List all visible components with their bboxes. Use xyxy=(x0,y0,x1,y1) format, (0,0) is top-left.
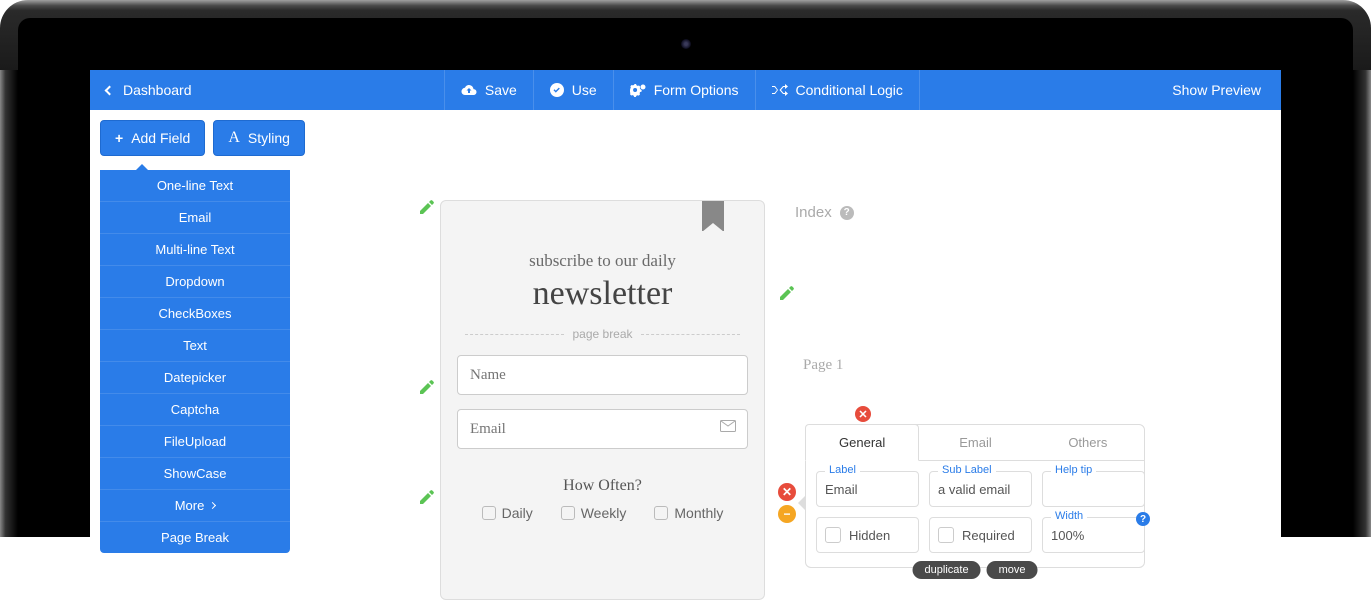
help-icon[interactable]: ? xyxy=(840,206,854,220)
shuffle-icon xyxy=(772,83,788,97)
device-side xyxy=(1281,70,1371,537)
check-circle-icon xyxy=(550,83,564,97)
page-label: Page 1 xyxy=(803,357,1281,374)
field-type-email[interactable]: Email xyxy=(100,202,290,234)
close-page-button[interactable]: ✕ xyxy=(855,406,871,422)
index-panel: Index ? Page 1 ✕ ✕ − General Email Other… xyxy=(795,198,1281,374)
field-type-pagebreak[interactable]: Page Break xyxy=(100,522,290,553)
show-preview-button[interactable]: Show Preview xyxy=(1172,82,1261,98)
save-label: Save xyxy=(485,82,517,98)
how-often-label: How Often? xyxy=(457,477,748,495)
tab-email[interactable]: Email xyxy=(919,425,1031,460)
sublabel-title: Sub Label xyxy=(938,464,996,476)
checkbox-icon xyxy=(654,506,668,520)
conditional-label: Conditional Logic xyxy=(796,82,903,98)
hidden-checkbox-wrap[interactable]: Hidden xyxy=(816,517,919,553)
field-type-multiline[interactable]: Multi-line Text xyxy=(100,234,290,266)
back-to-dashboard[interactable]: Dashboard xyxy=(106,82,192,98)
checkbox-icon xyxy=(825,527,841,543)
field-type-more[interactable]: More xyxy=(100,490,290,522)
checkbox-icon xyxy=(938,527,954,543)
save-button[interactable]: Save xyxy=(444,70,533,110)
width-title: Width xyxy=(1051,510,1087,522)
camera-icon xyxy=(680,38,692,50)
name-field[interactable] xyxy=(457,355,748,395)
add-field-menu: One-line Text Email Multi-line Text Drop… xyxy=(100,170,290,553)
field-type-checkboxes[interactable]: CheckBoxes xyxy=(100,298,290,330)
top-bar: Dashboard Save Use Form Options Conditio… xyxy=(90,70,1281,110)
form-options-button[interactable]: Form Options xyxy=(613,70,755,110)
tab-general[interactable]: General xyxy=(805,424,919,461)
required-label: Required xyxy=(962,528,1015,543)
edit-icon[interactable] xyxy=(420,200,434,214)
delete-field-button[interactable]: ✕ xyxy=(778,483,796,501)
page-break-divider: page break xyxy=(457,327,748,341)
field-type-text[interactable]: Text xyxy=(100,330,290,362)
tab-others[interactable]: Others xyxy=(1032,425,1144,460)
helptip-title: Help tip xyxy=(1051,464,1096,476)
label-input-wrap: Label xyxy=(816,471,919,507)
label-title: Label xyxy=(825,464,860,476)
option-monthly[interactable]: Monthly xyxy=(654,505,723,521)
conditional-logic-button[interactable]: Conditional Logic xyxy=(755,70,920,110)
form-options-label: Form Options xyxy=(654,82,739,98)
hidden-label: Hidden xyxy=(849,528,890,543)
chevron-right-icon xyxy=(209,502,216,509)
helptip-input-wrap: Help tip xyxy=(1042,471,1145,507)
checkbox-icon xyxy=(482,506,496,520)
duplicate-button[interactable]: duplicate xyxy=(913,561,981,579)
sublabel-input[interactable] xyxy=(938,482,1023,497)
helptip-input[interactable] xyxy=(1051,482,1136,497)
checkbox-icon xyxy=(561,506,575,520)
edit-icon[interactable] xyxy=(420,490,434,504)
more-label: More xyxy=(175,498,205,513)
app-screen: Dashboard Save Use Form Options Conditio… xyxy=(90,70,1281,537)
label-input[interactable] xyxy=(825,482,910,497)
width-input-wrap: Width ? xyxy=(1042,517,1145,553)
sublabel-input-wrap: Sub Label xyxy=(929,471,1032,507)
use-button[interactable]: Use xyxy=(533,70,613,110)
field-type-captcha[interactable]: Captcha xyxy=(100,394,290,426)
action-pills: duplicate move xyxy=(913,561,1038,579)
field-type-fileupload[interactable]: FileUpload xyxy=(100,426,290,458)
edit-icon[interactable] xyxy=(780,286,794,300)
field-type-dropdown[interactable]: Dropdown xyxy=(100,266,290,298)
form-preview-panel: subscribe to our daily newsletter page b… xyxy=(440,200,765,600)
chevron-left-icon xyxy=(105,85,115,95)
option-daily[interactable]: Daily xyxy=(482,505,533,521)
frequency-options: Daily Weekly Monthly xyxy=(457,505,748,521)
index-header: Index ? xyxy=(795,198,1281,227)
use-label: Use xyxy=(572,82,597,98)
field-type-oneline[interactable]: One-line Text xyxy=(100,170,290,202)
required-checkbox-wrap[interactable]: Required xyxy=(929,517,1032,553)
option-weekly[interactable]: Weekly xyxy=(561,505,627,521)
cloud-icon xyxy=(461,84,477,96)
help-icon[interactable]: ? xyxy=(1136,512,1150,526)
edit-icon[interactable] xyxy=(420,380,434,394)
bookmark-icon xyxy=(702,201,724,231)
device-side xyxy=(0,70,90,537)
index-title: Index xyxy=(795,204,832,221)
props-tabs: General Email Others xyxy=(806,425,1144,461)
field-type-datepicker[interactable]: Datepicker xyxy=(100,362,290,394)
field-properties-panel: ✕ − General Email Others Label Sub Label xyxy=(805,424,1145,568)
width-input[interactable] xyxy=(1051,528,1136,543)
form-title: newsletter xyxy=(457,275,748,313)
back-label: Dashboard xyxy=(123,82,192,98)
email-field[interactable] xyxy=(457,409,748,449)
move-button[interactable]: move xyxy=(987,561,1038,579)
minimize-field-button[interactable]: − xyxy=(778,505,796,523)
gears-icon xyxy=(630,83,646,97)
field-type-showcase[interactable]: ShowCase xyxy=(100,458,290,490)
form-subtitle: subscribe to our daily xyxy=(457,251,748,271)
